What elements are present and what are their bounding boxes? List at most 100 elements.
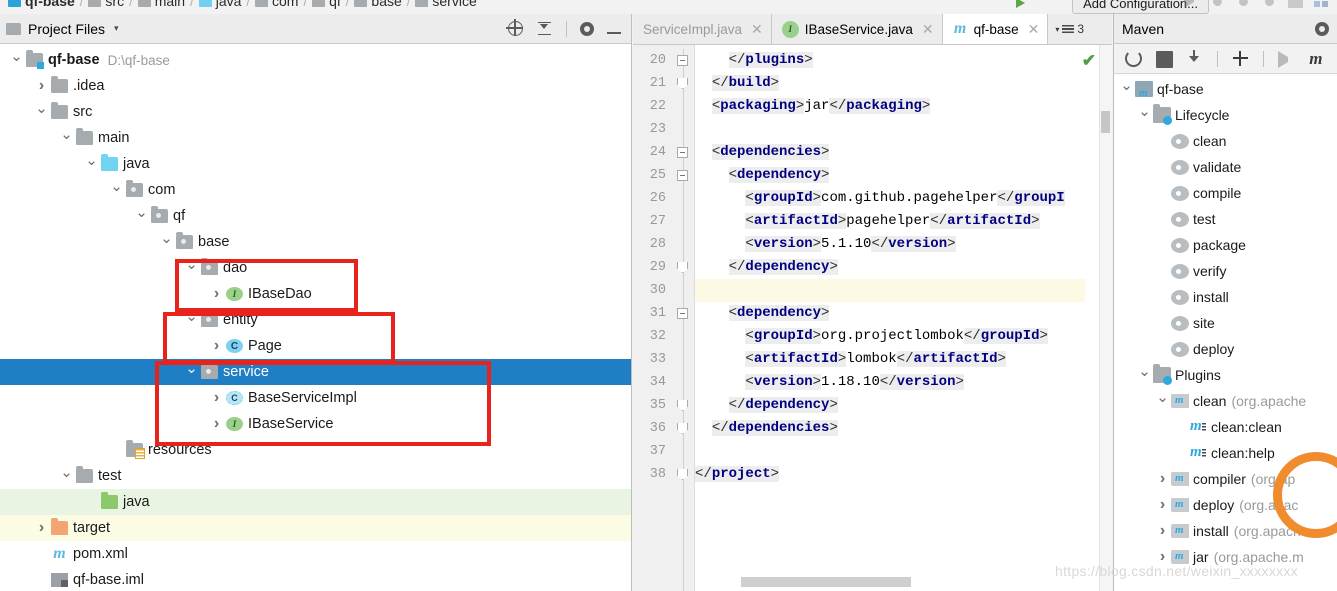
tree-node-qf-base[interactable]: qf-base D:\qf-base xyxy=(0,47,631,73)
project-view-selector[interactable]: Project Files ▾ xyxy=(6,21,119,37)
collapse-all-icon[interactable] xyxy=(536,20,553,37)
maven-node-site[interactable]: site xyxy=(1114,310,1337,336)
maven-node-validate[interactable]: validate xyxy=(1114,154,1337,180)
fold-slot[interactable] xyxy=(673,325,694,348)
breadcrumb[interactable]: qf-base / src / main / java / com / qf / base / servic… xyxy=(8,0,477,9)
fold-end-icon[interactable] xyxy=(677,78,688,89)
maven-node-verify[interactable]: verify xyxy=(1114,258,1337,284)
chevron-right-icon[interactable] xyxy=(35,77,48,95)
fold-slot[interactable] xyxy=(673,302,694,325)
tree-node-pom-xml[interactable]: m pom.xml xyxy=(0,541,631,567)
download-sources-icon[interactable] xyxy=(1187,50,1204,67)
code-line[interactable]: <dependencies> xyxy=(695,141,1112,164)
editor-tab-list-button[interactable]: ▾ 3 xyxy=(1048,14,1091,44)
generate-sources-icon[interactable] xyxy=(1155,51,1173,68)
code-line[interactable]: <version>1.18.10</version> xyxy=(695,371,1112,394)
code-line[interactable]: <dependency> xyxy=(695,302,1112,325)
fold-slot[interactable] xyxy=(673,348,694,371)
fold-slot[interactable] xyxy=(673,394,694,417)
editor-tab-serviceimpl-java[interactable]: ServiceImpl.java ✕ xyxy=(633,14,772,44)
chevron-right-icon[interactable] xyxy=(1156,522,1169,540)
editor-tab-ibaseservice-java[interactable]: I IBaseService.java ✕ xyxy=(772,14,943,44)
code-line[interactable]: <groupId>com.github.pagehelper</groupI xyxy=(695,187,1112,210)
run-toolbar[interactable] xyxy=(1184,0,1329,8)
maven-node-clean[interactable]: clean(org.apache xyxy=(1114,388,1337,414)
maven-node-lifecycle[interactable]: Lifecycle xyxy=(1114,102,1337,128)
fold-slot[interactable] xyxy=(673,164,694,187)
inspection-gutter[interactable] xyxy=(1085,45,1099,591)
fold-slot[interactable] xyxy=(673,118,694,141)
chevron-down-icon[interactable] xyxy=(135,207,148,225)
fold-collapse-icon[interactable] xyxy=(677,147,688,158)
fold-slot[interactable] xyxy=(673,210,694,233)
chevron-down-icon[interactable] xyxy=(85,155,98,173)
run-icon[interactable] xyxy=(1184,0,1199,8)
code-line[interactable]: </dependency> xyxy=(695,394,1112,417)
reimport-icon[interactable] xyxy=(1125,50,1142,67)
fold-slot[interactable] xyxy=(673,256,694,279)
close-icon[interactable]: ✕ xyxy=(1028,21,1040,38)
tree-node-test[interactable]: test xyxy=(0,463,631,489)
code-line[interactable]: </build> xyxy=(695,72,1112,95)
breadcrumb-item-com[interactable]: com xyxy=(255,0,298,9)
stop-icon[interactable] xyxy=(1288,0,1303,8)
maven-toolbar[interactable]: m xyxy=(1114,44,1337,74)
execute-maven-goal-icon[interactable]: m xyxy=(1309,50,1326,67)
chevron-down-icon[interactable] xyxy=(160,233,173,251)
code-line[interactable]: <artifactId>pagehelper</artifactId> xyxy=(695,210,1112,233)
tree-node-com[interactable]: com xyxy=(0,177,631,203)
breadcrumb-item-qf[interactable]: qf xyxy=(312,0,341,9)
breadcrumb-item-main[interactable]: main xyxy=(137,0,185,9)
editor-tab-qf-base[interactable]: m qf-base ✕ xyxy=(942,14,1049,44)
chevron-down-icon[interactable] xyxy=(60,129,73,147)
close-icon[interactable]: ✕ xyxy=(922,21,934,38)
tree-node-base[interactable]: base xyxy=(0,229,631,255)
chevron-down-icon[interactable] xyxy=(1138,106,1151,124)
chevron-down-icon[interactable] xyxy=(1120,80,1133,98)
maven-node-qf-base[interactable]: qf-base xyxy=(1114,76,1337,102)
editor-vertical-scrollbar[interactable] xyxy=(1099,45,1112,591)
code-folding-gutter[interactable] xyxy=(673,45,695,591)
fold-slot[interactable] xyxy=(673,49,694,72)
tree-node-src[interactable]: src xyxy=(0,99,631,125)
gear-icon[interactable] xyxy=(1315,21,1329,36)
add-maven-project-icon[interactable] xyxy=(1232,50,1249,67)
fold-collapse-icon[interactable] xyxy=(677,55,688,66)
fold-end-icon[interactable] xyxy=(677,469,688,480)
chevron-down-icon[interactable]: ▾ xyxy=(114,23,119,34)
fold-slot[interactable] xyxy=(673,95,694,118)
scrollbar-thumb[interactable] xyxy=(1101,111,1110,133)
fold-slot[interactable] xyxy=(673,417,694,440)
tree-node-target[interactable]: target xyxy=(0,515,631,541)
code-line[interactable]: <groupId>org.projectlombok</groupId> xyxy=(695,325,1112,348)
code-line[interactable]: </project> xyxy=(695,463,1112,486)
coverage-icon[interactable] xyxy=(1236,0,1251,8)
fold-slot[interactable] xyxy=(673,279,694,302)
gear-icon[interactable] xyxy=(580,21,594,36)
profile-icon[interactable] xyxy=(1262,0,1277,8)
chevron-down-icon[interactable] xyxy=(35,103,48,121)
maven-node-test[interactable]: test xyxy=(1114,206,1337,232)
tree-node-main[interactable]: main xyxy=(0,125,631,151)
scroll-from-source-icon[interactable] xyxy=(506,19,523,36)
code-line[interactable]: <dependency> xyxy=(695,164,1112,187)
chevron-down-icon[interactable] xyxy=(110,181,123,199)
breadcrumb-item-service[interactable]: service xyxy=(415,0,477,9)
fold-end-icon[interactable] xyxy=(677,262,688,273)
fold-collapse-icon[interactable] xyxy=(677,170,688,181)
chevron-right-icon[interactable] xyxy=(1156,470,1169,488)
code-line[interactable] xyxy=(695,118,1112,141)
code-line[interactable]: </dependency> xyxy=(695,256,1112,279)
maven-node-install[interactable]: install xyxy=(1114,284,1337,310)
chevron-right-icon[interactable] xyxy=(35,519,48,537)
debug-icon[interactable] xyxy=(1210,0,1225,8)
hide-icon[interactable] xyxy=(607,31,621,34)
fold-collapse-icon[interactable] xyxy=(677,308,688,319)
fold-slot[interactable] xyxy=(673,187,694,210)
tree-node-java[interactable]: java xyxy=(0,151,631,177)
code-line[interactable]: <version>5.1.10</version> xyxy=(695,233,1112,256)
breadcrumb-item-base[interactable]: base xyxy=(354,0,402,9)
chevron-down-icon[interactable] xyxy=(1138,366,1151,384)
maven-node-clean-clean[interactable]: clean:clean xyxy=(1114,414,1337,440)
code-editor[interactable]: 20 21 22 23 24 25 26 27 28 29 30 31 32 33 34 35 36 37 38 <… xyxy=(633,45,1112,591)
